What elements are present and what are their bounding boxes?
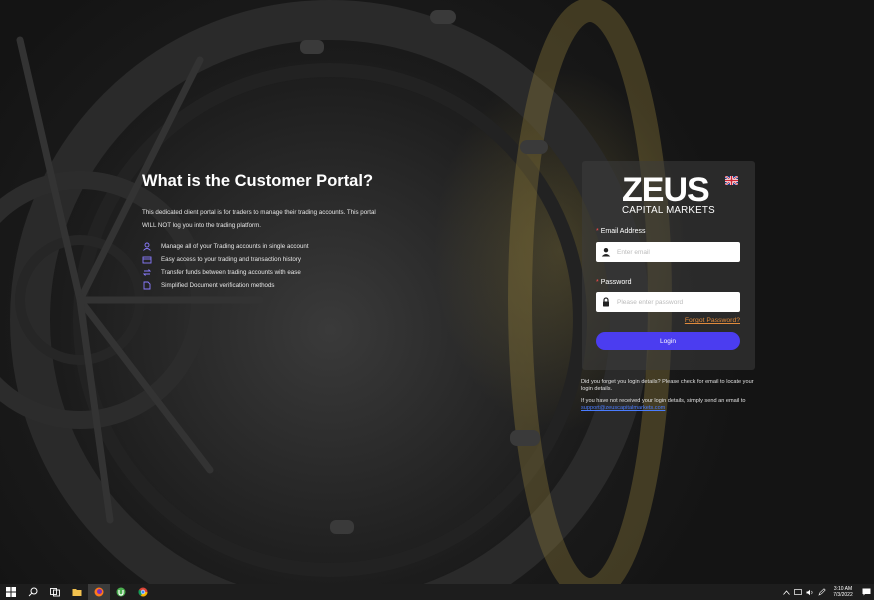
portal-info: What is the Customer Portal? This dedica…	[142, 172, 392, 292]
feature-item: Transfer funds between trading accounts …	[142, 266, 392, 279]
search-icon[interactable]	[22, 584, 44, 600]
document-icon	[143, 281, 151, 290]
notification-icon[interactable]	[858, 588, 874, 596]
system-clock[interactable]: 3:10 AM 7/3/2022	[828, 586, 858, 598]
login-card: ZEUS CAPITAL MARKETS *Email Address *Pas…	[582, 161, 755, 370]
feature-item: Easy access to your trading and transact…	[142, 253, 392, 266]
login-button[interactable]: Login	[596, 332, 740, 350]
page-title: What is the Customer Portal?	[142, 172, 374, 190]
feature-label: Easy access to your trading and transact…	[161, 256, 301, 263]
pen-icon[interactable]	[816, 588, 828, 596]
file-explorer-icon[interactable]	[66, 584, 88, 600]
logo-name: ZEUS	[622, 171, 710, 209]
system-tray: 3:10 AM 7/3/2022	[780, 584, 874, 600]
feature-item: Manage all of your Trading accounts in s…	[142, 240, 392, 253]
windows-start-icon[interactable]	[0, 584, 22, 600]
zeus-logo: ZEUS CAPITAL MARKETS	[622, 171, 718, 217]
chrome-icon[interactable]	[132, 584, 154, 600]
help-line-1: Did you forget you login details? Please…	[581, 379, 754, 393]
forgot-password-link[interactable]: Forgot Password?	[682, 317, 740, 324]
feature-item: Simplified Document verification methods	[142, 279, 392, 292]
password-field-wrapper	[596, 292, 740, 312]
feature-label: Simplified Document verification methods	[161, 282, 275, 289]
portal-description: This dedicated client portal is for trad…	[142, 209, 376, 229]
email-input[interactable]	[617, 248, 727, 256]
password-input[interactable]	[617, 298, 727, 306]
help-line-2: If you have not received your login deta…	[581, 397, 746, 412]
login-help-text: Did you forget you login details? Please…	[581, 379, 757, 417]
lock-icon	[603, 297, 609, 307]
user-icon	[601, 248, 611, 257]
transfer-icon	[142, 269, 152, 276]
history-icon	[142, 256, 152, 264]
support-email-link[interactable]: support@zeuscapitalmarkets.com	[581, 405, 665, 411]
uk-flag-icon[interactable]	[725, 176, 738, 185]
firefox-icon[interactable]	[88, 584, 110, 600]
email-field-wrapper	[596, 242, 740, 262]
utorrent-icon[interactable]	[110, 584, 132, 600]
email-label: * Email Address	[596, 228, 646, 235]
clock-date: 7/3/2022	[833, 592, 853, 598]
chevron-up-icon[interactable]	[780, 589, 792, 595]
task-view-icon[interactable]	[44, 584, 66, 600]
feature-label: Transfer funds between trading accounts …	[161, 269, 301, 276]
feature-list: Manage all of your Trading accounts in s…	[142, 240, 392, 292]
network-icon[interactable]	[792, 588, 804, 596]
volume-icon[interactable]	[804, 589, 816, 596]
user-icon	[143, 242, 151, 251]
password-label: * Password	[596, 279, 632, 286]
logo-subtitle: CAPITAL MARKETS	[622, 205, 715, 216]
windows-taskbar: 3:10 AM 7/3/2022	[0, 584, 874, 600]
feature-label: Manage all of your Trading accounts in s…	[161, 243, 309, 250]
